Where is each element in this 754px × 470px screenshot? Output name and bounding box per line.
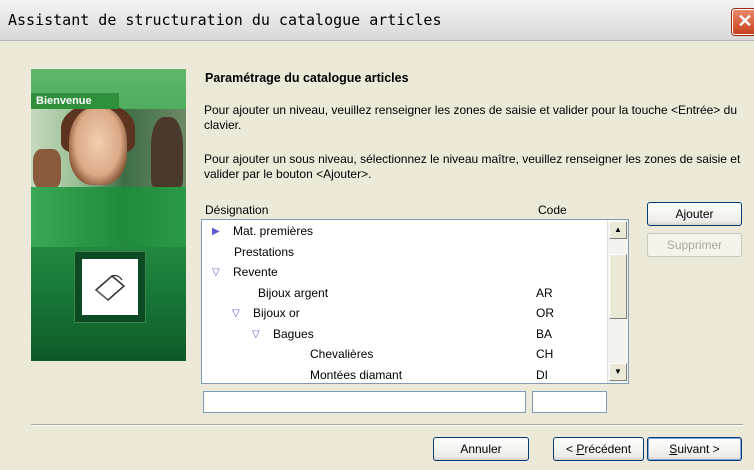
photo-person-left [33,149,61,189]
welcome-badge: Bienvenue [31,93,119,109]
tree-row[interactable]: Chevalières CH [202,344,610,364]
tree-row-code: OR [536,306,554,320]
scroll-down-icon[interactable]: ▼ [609,363,627,381]
next-rest: uivant > [677,442,720,456]
tree-row-label: Revente [233,265,278,279]
tree-row-label: Mat. premières [233,224,314,238]
tree-row-code: BA [536,326,553,341]
tree-row-label: Prestations [234,244,295,259]
tree-row-label: Bijoux or [253,306,300,320]
list-scrollbar[interactable]: ▲ ▼ [607,220,628,383]
page-heading: Paramétrage du catalogue articles [205,71,409,85]
tree-row-label: Chevalières [310,347,374,361]
column-header-code: Code [538,203,567,217]
column-header-designation: Désignation [205,203,269,217]
collapse-arrow-icon[interactable]: ▽ [252,329,263,340]
tree-row-label: Bijoux argent [258,285,329,300]
add-button[interactable]: Ajouter [647,202,742,226]
photo-face [69,107,127,185]
tree-row[interactable]: ▽ Revente [202,262,610,282]
expand-arrow-icon[interactable]: ▶ [212,226,223,237]
footer-separator [31,424,743,426]
tree-row[interactable]: ▶ Mat. premières [202,221,610,241]
tree-row-label: Montées diamant [310,367,403,382]
title-bar: Assistant de structuration du catalogue … [0,0,754,41]
instruction-sublevel: Pour ajouter un sous niveau, sélectionne… [204,152,741,181]
scroll-up-icon[interactable]: ▲ [609,221,627,239]
card-logo-icon [82,259,138,315]
designation-input[interactable] [203,391,526,413]
instruction-level: Pour ajouter un niveau, veuillez renseig… [204,103,737,132]
next-button[interactable]: Suivant > [647,437,742,461]
tree-row-code: DI [536,367,548,382]
close-icon[interactable]: ✕ [732,9,754,35]
tree-row-code: CH [536,347,554,361]
cancel-button[interactable]: Annuler [433,437,529,461]
photo-person-right [151,117,183,187]
catalog-tree-list[interactable]: ▶ Mat. premières Prestations ▽ Revente Bijoux… [201,219,629,384]
wizard-illustration: Bienvenue [31,69,186,361]
collapse-arrow-icon[interactable]: ▽ [232,308,243,319]
window-title: Assistant de structuration du catalogue … [8,11,442,29]
logo-frame [74,251,146,323]
tree-row[interactable]: Prestations [202,242,610,262]
green-band [31,187,186,247]
tree-row[interactable]: ▽ Bagues BA [202,324,610,344]
collapse-arrow-icon[interactable]: ▽ [212,267,223,278]
previous-button[interactable]: < Précédent [553,437,644,461]
remove-button[interactable]: Supprimer [647,233,742,257]
tree-row[interactable]: Montées diamant DI [202,365,610,384]
tree-row[interactable]: ▽ Bijoux or OR [202,303,610,323]
previous-rest: récédent [584,442,632,456]
tree-row-label: Bagues [273,326,314,341]
code-input[interactable] [532,391,607,413]
scroll-thumb[interactable] [609,254,627,319]
previous-prefix: < [565,442,577,456]
tree-row-code: AR [536,285,553,300]
tree-row[interactable]: Bijoux argent AR [202,283,610,303]
